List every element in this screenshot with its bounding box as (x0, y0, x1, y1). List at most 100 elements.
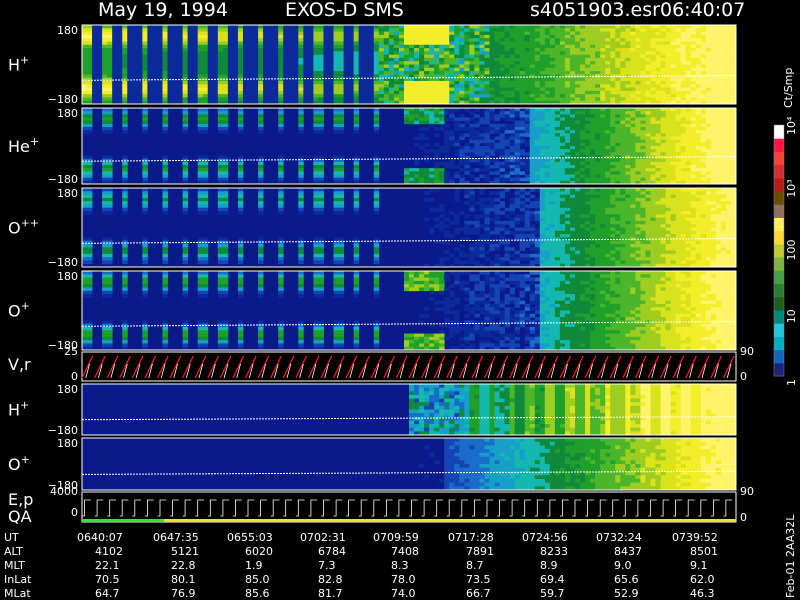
spectrogram-cell (549, 111, 556, 115)
spectrogram-cell (504, 111, 511, 115)
spectrogram-cell (705, 34, 712, 39)
spectrogram-cell (258, 171, 264, 175)
spectrogram-cell (580, 48, 586, 52)
spectrogram-cell (383, 28, 390, 32)
spectrogram-cell (122, 194, 128, 199)
spectrogram-cell (162, 188, 168, 192)
spectrogram-cell (87, 155, 93, 160)
spectrogram-cell (575, 34, 581, 39)
spectrogram-cell (529, 174, 536, 179)
spectrogram-cell (675, 34, 682, 39)
spectrogram-cell (192, 80, 199, 85)
spectrogram-cell (690, 38, 697, 42)
spectrogram-cell (454, 28, 460, 32)
spectrogram-cell (388, 44, 395, 49)
spectrogram-cell (388, 57, 395, 62)
spectrogram-cell (625, 64, 631, 69)
spectrogram-cell (273, 48, 279, 52)
spectrogram-cell (303, 61, 309, 65)
spectrogram-cell (554, 44, 561, 49)
spectrogram-cell (92, 31, 98, 36)
spectrogram-cell (328, 80, 334, 85)
spectrogram-cell (419, 54, 425, 59)
spectrogram-cell (519, 87, 526, 92)
spectrogram-cell (509, 94, 516, 98)
spectrogram-cell (429, 174, 435, 179)
spectrogram-cell (559, 67, 566, 72)
spectrogram-cell (670, 108, 677, 112)
spectrogram-cell (308, 54, 314, 59)
spectrogram-cell (197, 123, 204, 128)
spectrogram-cell (494, 97, 500, 102)
spectrogram-cell (529, 31, 536, 36)
spectrogram-cell (580, 171, 586, 175)
spectrogram-cell (494, 80, 500, 85)
spectrogram-cell (640, 48, 646, 52)
spectrogram-cell (655, 174, 661, 179)
spectrogram-cell (343, 31, 350, 36)
spectrogram-cell (313, 177, 319, 182)
spectrogram-cell (207, 28, 214, 32)
spectrogram-cell (580, 149, 586, 153)
spectrogram-cell (283, 54, 289, 59)
spectrogram-cell (258, 67, 264, 72)
spectrogram-cell (504, 87, 511, 92)
spectrogram-cell (383, 31, 390, 36)
spectrogram-cell (529, 67, 536, 72)
spectrogram-cell (534, 31, 541, 36)
spectrogram-cell (615, 120, 621, 125)
spectrogram-cell (534, 61, 541, 65)
spectrogram-cell (580, 71, 586, 75)
spectrogram-cell (293, 90, 299, 95)
spectrogram-cell (549, 97, 556, 102)
spectrogram-cell (685, 48, 692, 52)
spectrogram-cell (534, 165, 541, 169)
spectrogram-cell (499, 142, 505, 147)
spectrogram-cell (273, 31, 279, 36)
spectrogram-cell (720, 44, 727, 49)
spectrogram-cell (685, 38, 692, 42)
spectrogram-cell (248, 54, 254, 59)
spectrogram-cell (630, 84, 636, 88)
spectrogram-cell (87, 253, 93, 258)
spectrogram-cell (388, 28, 395, 32)
spectrogram-cell (720, 31, 727, 36)
spectrogram-cell (504, 130, 511, 134)
spectrogram-cell (363, 74, 370, 79)
spectrogram-cell (353, 117, 360, 122)
spectrogram-cell (484, 25, 490, 29)
spectrogram-cell (308, 80, 314, 85)
spectrogram-cell (534, 74, 541, 79)
spectrogram-cell (695, 117, 702, 122)
spectrogram-cell (509, 84, 516, 88)
spectrogram-cell (630, 61, 636, 65)
spectrogram-cell (489, 142, 495, 147)
spectrogram-cell (278, 38, 284, 42)
spectrogram-cell (222, 165, 229, 169)
spectrogram-cell (640, 174, 646, 179)
spectrogram-cell (655, 152, 661, 156)
spectrogram-cell (640, 120, 646, 125)
spectrogram-cell (338, 31, 344, 36)
spectrogram-cell (595, 80, 601, 85)
spectrogram-cell (217, 127, 224, 131)
spectrogram-cell (338, 120, 344, 125)
spectrogram-cell (227, 64, 234, 69)
spectrogram-cell (660, 142, 666, 147)
spectrogram-cell (107, 171, 113, 175)
spectrogram-cell (182, 25, 189, 29)
spectrogram-cell (655, 51, 661, 56)
spectrogram-cell (107, 168, 113, 172)
spectrogram-cell (690, 123, 697, 128)
spectrogram-cell (424, 48, 430, 52)
spectrogram-cell (333, 120, 339, 125)
spectrogram-cell (273, 77, 279, 82)
spectrogram-cell (710, 25, 717, 29)
spectrogram-cell (680, 146, 687, 150)
spectrogram-cell (484, 34, 490, 39)
spectrogram-cell (625, 177, 631, 182)
spectrogram-cell (419, 28, 425, 32)
spectrogram-cell (620, 177, 626, 182)
spectrogram-cell (554, 142, 561, 147)
spectrogram-cell (645, 64, 651, 69)
